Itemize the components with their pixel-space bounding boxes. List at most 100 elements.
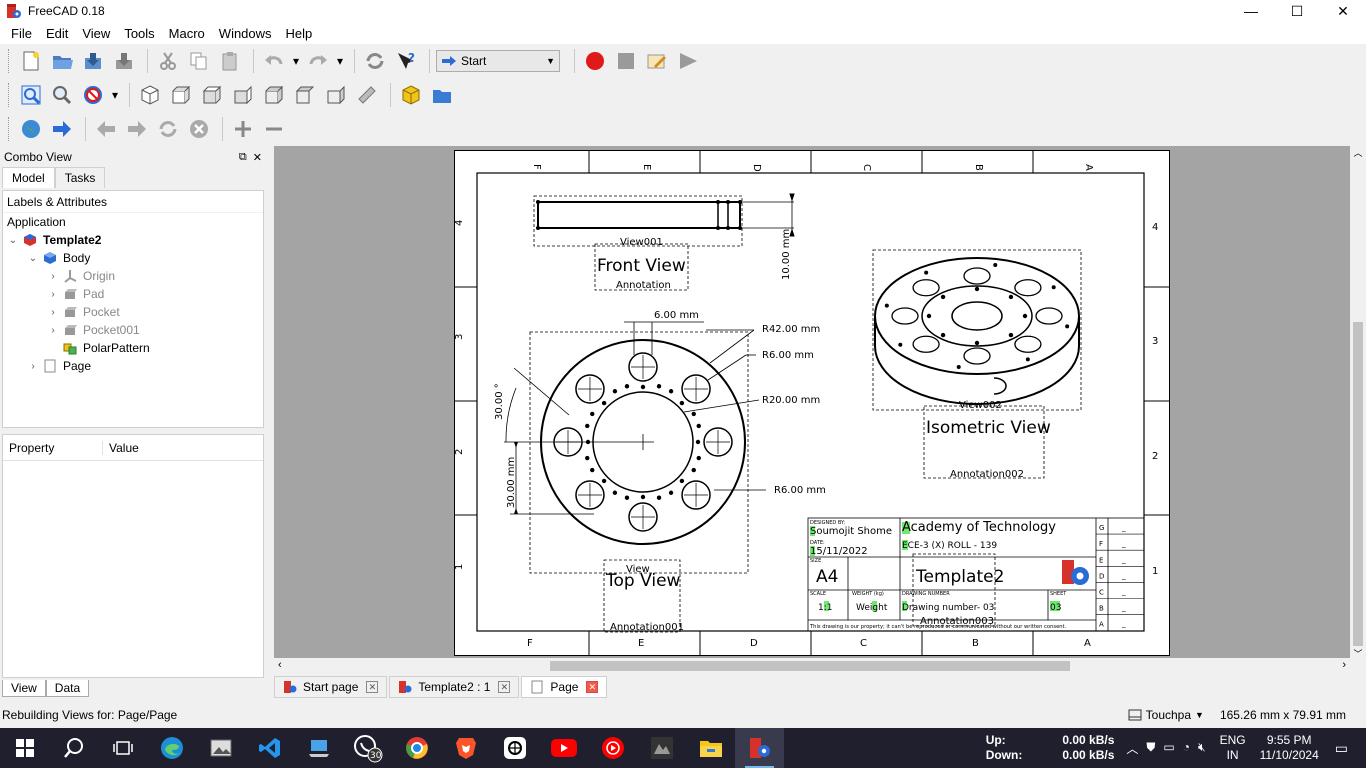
- create-part-icon[interactable]: [397, 81, 425, 109]
- youtube-icon[interactable]: [539, 728, 588, 768]
- cut-icon[interactable]: [154, 47, 182, 75]
- fit-selection-icon[interactable]: [48, 81, 76, 109]
- youtube-music-icon[interactable]: [588, 728, 637, 768]
- menu-file[interactable]: File: [4, 26, 39, 41]
- menu-help[interactable]: Help: [279, 26, 320, 41]
- chevron-right-icon[interactable]: ›: [1342, 659, 1346, 671]
- close-icon[interactable]: ✕: [498, 681, 511, 693]
- chatgpt-icon[interactable]: [490, 728, 539, 768]
- security-icon[interactable]: ⛊: [1146, 740, 1155, 757]
- tab-start-page[interactable]: Start page ✕: [274, 676, 388, 698]
- file-explorer-icon[interactable]: [686, 728, 735, 768]
- vscode-icon[interactable]: [245, 728, 294, 768]
- tree-item-pad[interactable]: › Pad: [3, 285, 263, 303]
- measure-icon[interactable]: [353, 81, 381, 109]
- zoom-out-icon[interactable]: [260, 115, 288, 143]
- save-as-icon[interactable]: [110, 47, 138, 75]
- menu-windows[interactable]: Windows: [212, 26, 279, 41]
- record-macro-icon[interactable]: [581, 47, 609, 75]
- redo-icon[interactable]: [304, 47, 332, 75]
- clock[interactable]: 9:55 PM 11/10/2024: [1260, 733, 1319, 763]
- menu-macro[interactable]: Macro: [162, 26, 212, 41]
- chevron-down-icon[interactable]: ⌄: [7, 235, 19, 246]
- chevron-right-icon[interactable]: ›: [47, 307, 59, 318]
- maximize-button[interactable]: ☐: [1274, 0, 1320, 22]
- chevron-right-icon[interactable]: ›: [47, 271, 59, 282]
- drawing-sheet[interactable]: F E D C B A F E D C B A 4 3 2 1 4 3 2 1: [454, 150, 1170, 656]
- save-icon[interactable]: [79, 47, 107, 75]
- refresh-icon[interactable]: [154, 115, 182, 143]
- close-icon[interactable]: ✕: [253, 151, 262, 164]
- game-app-icon[interactable]: [637, 728, 686, 768]
- back-icon[interactable]: [92, 115, 120, 143]
- search-icon[interactable]: [49, 728, 98, 768]
- value-column-header[interactable]: Value: [103, 441, 139, 455]
- tab-tasks[interactable]: Tasks: [54, 167, 106, 188]
- volume-muted-icon[interactable]: 🔇︎: [1198, 740, 1206, 757]
- globe-icon[interactable]: [17, 115, 45, 143]
- stop-icon[interactable]: [185, 115, 213, 143]
- toolbar-grip[interactable]: [8, 117, 11, 141]
- chevron-down-icon[interactable]: ▾: [291, 47, 301, 75]
- property-column-header[interactable]: Property: [3, 440, 103, 455]
- tree-item-pocket[interactable]: › Pocket: [3, 303, 263, 321]
- tab-page[interactable]: Page ✕: [521, 676, 608, 698]
- photos-icon[interactable]: [196, 728, 245, 768]
- chevron-down-icon[interactable]: ▾: [110, 81, 120, 109]
- tree-item-pocket001[interactable]: › Pocket001: [3, 321, 263, 339]
- chevron-down-icon[interactable]: ▾: [335, 47, 345, 75]
- chevron-right-icon[interactable]: ›: [47, 289, 59, 300]
- open-file-icon[interactable]: [48, 47, 76, 75]
- navigation-style-selector[interactable]: Touchpa ▼: [1128, 708, 1204, 722]
- edit-macro-icon[interactable]: [643, 47, 671, 75]
- chevron-down-icon[interactable]: ⌄: [27, 253, 39, 264]
- minimize-button[interactable]: —: [1228, 0, 1274, 22]
- fit-all-icon[interactable]: [17, 81, 45, 109]
- menu-edit[interactable]: Edit: [39, 26, 75, 41]
- zoom-in-icon[interactable]: [229, 115, 257, 143]
- chevron-right-icon[interactable]: ›: [47, 325, 59, 336]
- toolbar-grip[interactable]: [8, 49, 11, 73]
- paste-icon[interactable]: [216, 47, 244, 75]
- tree-item-body[interactable]: ⌄ Body: [3, 249, 263, 267]
- draw-style-icon[interactable]: [79, 81, 107, 109]
- horizontal-scrollbar[interactable]: ‹ ›: [274, 658, 1366, 674]
- arrow-right-icon[interactable]: [48, 115, 76, 143]
- isometric-view-icon[interactable]: [136, 81, 164, 109]
- toolbar-grip[interactable]: [8, 83, 11, 107]
- forward-icon[interactable]: [123, 115, 151, 143]
- vertical-scroll-thumb[interactable]: [1353, 322, 1363, 646]
- close-button[interactable]: ✕: [1320, 0, 1366, 22]
- notification-icon[interactable]: ▭: [1335, 740, 1348, 757]
- chevron-up-icon[interactable]: ︿: [1350, 146, 1366, 159]
- horizontal-scroll-thumb[interactable]: [550, 661, 1070, 671]
- undo-icon[interactable]: [260, 47, 288, 75]
- new-file-icon[interactable]: [17, 47, 45, 75]
- chrome-icon[interactable]: [392, 728, 441, 768]
- chevron-right-icon[interactable]: ›: [27, 361, 39, 372]
- close-icon[interactable]: ✕: [586, 681, 599, 693]
- tab-template2[interactable]: Template2 : 1 ✕: [389, 676, 520, 698]
- menu-view[interactable]: View: [75, 26, 117, 41]
- close-icon[interactable]: ✕: [366, 681, 379, 693]
- language-indicator[interactable]: ENG IN: [1220, 733, 1246, 763]
- refresh-icon[interactable]: [361, 47, 389, 75]
- tree-item-polarpattern[interactable]: PolarPattern: [3, 339, 263, 357]
- brave-icon[interactable]: [441, 728, 490, 768]
- left-view-icon[interactable]: [322, 81, 350, 109]
- top-view-icon[interactable]: [198, 81, 226, 109]
- right-view-icon[interactable]: [229, 81, 257, 109]
- wifi-icon[interactable]: ◔: [1183, 740, 1190, 757]
- bottom-view-icon[interactable]: [291, 81, 319, 109]
- create-group-icon[interactable]: [428, 81, 456, 109]
- tab-view[interactable]: View: [2, 680, 46, 697]
- tree-item-template2[interactable]: ⌄ Template2: [3, 231, 263, 249]
- play-macro-icon[interactable]: [674, 47, 702, 75]
- rear-view-icon[interactable]: [260, 81, 288, 109]
- undock-icon[interactable]: ⧉: [239, 151, 247, 164]
- freecad-taskbar-icon[interactable]: [735, 728, 784, 768]
- stop-macro-icon[interactable]: [612, 47, 640, 75]
- tab-model[interactable]: Model: [2, 167, 55, 188]
- tab-data[interactable]: Data: [45, 680, 90, 697]
- copy-icon[interactable]: [185, 47, 213, 75]
